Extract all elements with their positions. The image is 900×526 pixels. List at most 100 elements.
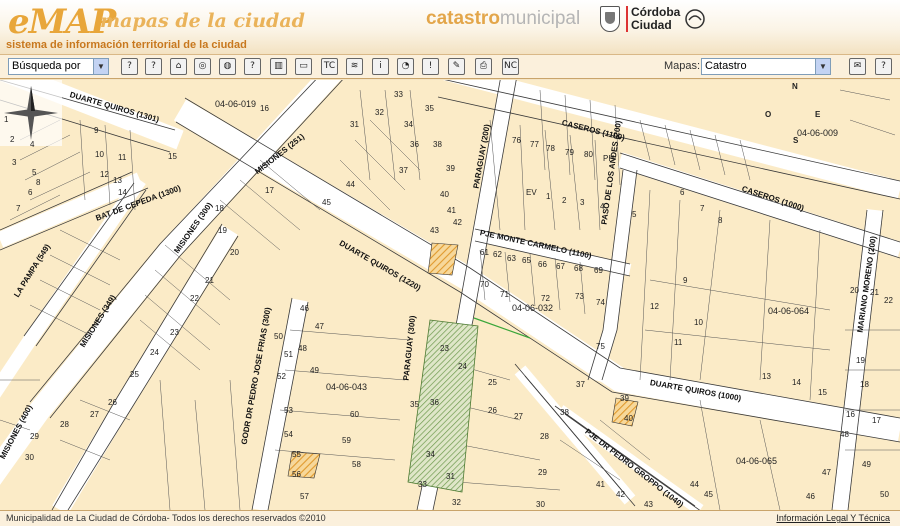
parcel-number: 12 [650,302,659,311]
parcel-number: 15 [818,388,827,397]
parcel-number: 5 [32,168,37,177]
parcel-number: EV [526,188,537,197]
parcel-number: 70 [480,280,489,289]
parcel-number: 63 [507,254,516,263]
terrain-icon[interactable]: ≋ [346,58,363,75]
parcel-number: 8 [36,178,41,187]
parcel-number: 45 [704,490,713,499]
print-icon[interactable]: ⎙ [475,58,492,75]
parcel-number: 16 [846,410,855,419]
parcel-number: 34 [426,450,435,459]
parcel-number: 1 [546,192,551,201]
parcel-number: 17 [872,416,881,425]
parcel-number: 60 [350,410,359,419]
parcel-number: 19 [856,356,865,365]
frame-icon[interactable]: ▭ [295,58,312,75]
info-query-icon[interactable]: ? [145,58,162,75]
parcel-number: 17 [265,186,274,195]
compass-north: N [792,82,798,91]
parcel-number: 41 [596,480,605,489]
map-layer-select[interactable]: Catastro ▼ [701,58,831,75]
parcel-number: 27 [90,410,99,419]
parcel-number: 76 [512,136,521,145]
info-icon[interactable]: i [372,58,389,75]
parcel-number: 45 [322,198,331,207]
parcel-number: 8 [718,216,723,225]
footer: Municipalidad de La Ciudad de Córdoba- T… [0,510,900,526]
parcel-number: 4 [30,140,35,149]
parcel-number: 25 [488,378,497,387]
parcel-number: 53 [284,406,293,415]
layers-icon[interactable]: ▥ [270,58,287,75]
help-icon[interactable]: ? [875,58,892,75]
parcel-number: 47 [315,322,324,331]
parcel-number: 37 [399,166,408,175]
parcel-number: 6 [680,188,685,197]
parcel-number: 31 [350,120,359,129]
parcel-number: 18 [215,204,224,213]
parcel-number: 46 [806,492,815,501]
mail-icon[interactable]: ✉ [849,58,866,75]
parcel-number: 33 [418,480,427,489]
parcel-number: 69 [594,266,603,275]
parcel-number: 37 [576,380,585,389]
block-id: 04-06-065 [736,456,778,466]
parcel-number: 34 [404,120,413,129]
parcel-number: 14 [792,378,801,387]
map-select-value: Catastro [705,60,747,72]
block-id: 04-06-064 [768,306,810,316]
parcel-number: 39 [446,164,455,173]
parcel-number: 73 [575,292,584,301]
parcel-number: 48 [298,344,307,353]
globe-icon[interactable]: ◍ [219,58,236,75]
city-crest-icon [600,6,620,32]
parcel-number: 13 [113,176,122,185]
parcel-number: 39 [620,394,629,403]
parcel-number: 10 [95,150,104,159]
parcel-number: 5 [632,210,637,219]
catastro-rest: municipal [499,8,581,29]
maps-label: Mapas: [664,60,701,72]
parcel-number: 43 [430,226,439,235]
parcel-number: 50 [880,490,889,499]
search-by-select[interactable]: Búsqueda por ▼ [8,58,109,75]
parcel-number: 49 [310,366,319,375]
compass-east: E [815,110,821,119]
parcel-number: 35 [410,400,419,409]
edit-icon[interactable]: ✎ [448,58,465,75]
parcel-number: 41 [447,206,456,215]
parcel-number: 42 [616,490,625,499]
parcel-number: 54 [284,430,293,439]
home-view-icon[interactable]: ⌂ [170,58,187,75]
parcel-number: 23 [170,328,179,337]
parcel-number: 25 [130,370,139,379]
institution-seal-icon [685,9,705,29]
nc-icon[interactable]: NC [502,58,519,75]
parcel-number: 11 [674,338,683,347]
parcel-number: PH [603,154,615,163]
identify-icon[interactable]: ? [244,58,261,75]
legal-info-link[interactable]: Información Legal Y Técnica [776,513,890,523]
toolbar: Búsqueda por ▼ ?? ⌂ ◎ ◍? ▥ ▭ TC ≋ i ◔! ✎ ⎙ NC Mapas: … [0,55,900,79]
catastro-bold: catastro [426,8,500,29]
parcel-number: 28 [60,420,69,429]
block-id: 04-06-032 [512,303,554,313]
target-icon[interactable]: ◎ [194,58,211,75]
cordoba-city-logo[interactable]: Córdoba Ciudad [626,6,680,32]
cadastral-map[interactable]: N S E O DUARTE QUIROS (1301) MISIONES (2… [0,80,900,510]
parcel-number: 2 [562,196,567,205]
help-query-icon[interactable]: ? [121,58,138,75]
parcel-number: 51 [284,350,293,359]
parcel-number: 21 [870,288,879,297]
parcel-number: 26 [488,406,497,415]
parcel-number: 36 [430,398,439,407]
parcel-number: 68 [574,264,583,273]
parcel-number: 40 [440,190,449,199]
measure-icon[interactable]: ◔ [397,58,414,75]
search-select-value: Búsqueda por [12,60,81,72]
alert-icon[interactable]: ! [422,58,439,75]
parcel-number: 65 [522,256,531,265]
tc-icon[interactable]: TC [321,58,338,75]
parcel-number: 27 [514,412,523,421]
parcel-number: 2 [10,135,15,144]
